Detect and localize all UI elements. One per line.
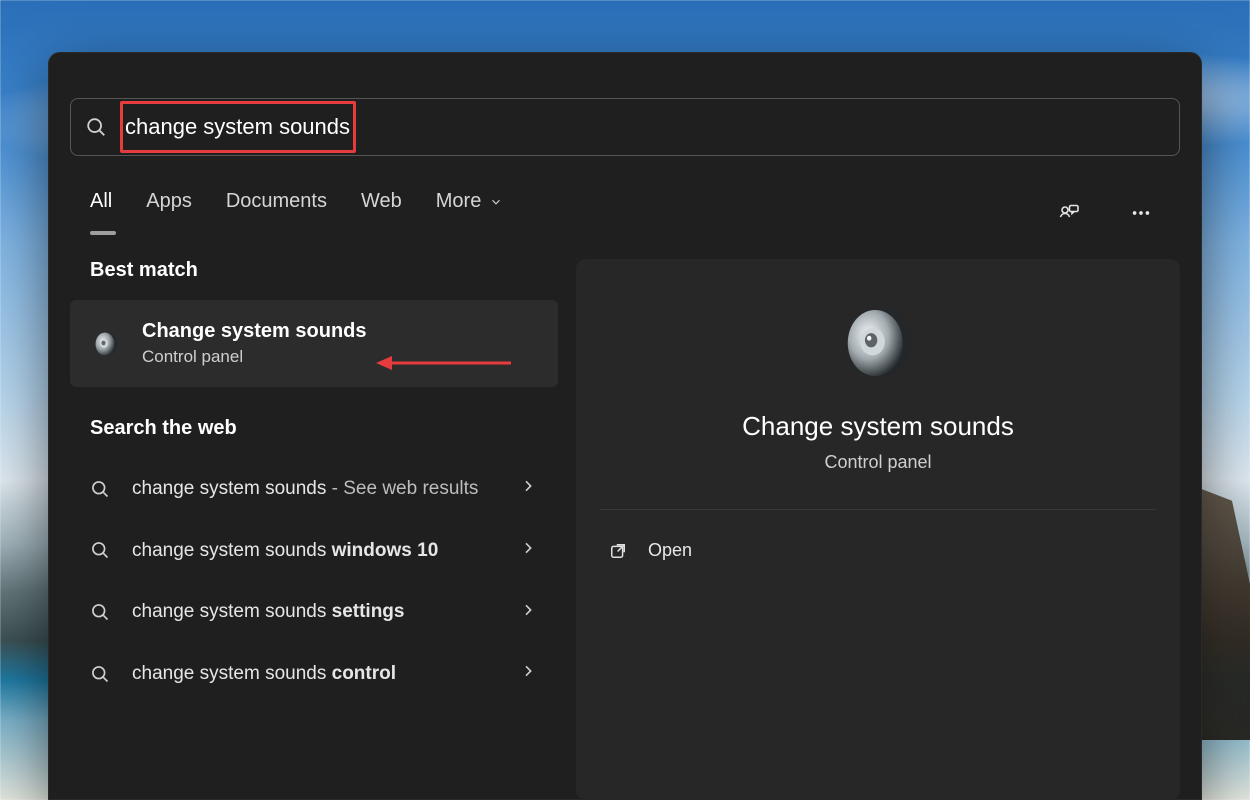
search-icon xyxy=(88,664,112,684)
feedback-button[interactable] xyxy=(1050,194,1088,232)
results-content: Best match Change system sounds xyxy=(48,235,1202,800)
feedback-icon xyxy=(1057,201,1081,225)
best-match-title: Change system sounds xyxy=(142,320,367,343)
tab-all[interactable]: All xyxy=(90,190,112,235)
web-result-text: change system sounds - See web results xyxy=(132,476,500,502)
best-match-heading: Best match xyxy=(70,259,558,300)
web-result-text: change system sounds settings xyxy=(132,599,500,625)
web-result[interactable]: change system sounds settings xyxy=(70,581,558,643)
chevron-right-icon xyxy=(520,478,536,499)
search-icon xyxy=(85,116,107,138)
search-input[interactable] xyxy=(121,112,1165,142)
detail-subtitle: Control panel xyxy=(600,452,1156,473)
tab-web[interactable]: Web xyxy=(361,190,402,235)
search-icon xyxy=(88,540,112,560)
web-result-text: change system sounds windows 10 xyxy=(132,538,500,564)
ellipsis-icon xyxy=(1130,202,1152,224)
more-options-button[interactable] xyxy=(1122,194,1160,232)
detail-title: Change system sounds xyxy=(600,411,1156,442)
tab-apps[interactable]: Apps xyxy=(146,190,192,235)
tab-documents[interactable]: Documents xyxy=(226,190,327,235)
search-bar[interactable] xyxy=(70,98,1180,156)
web-results-list: change system sounds - See web results c… xyxy=(70,458,558,705)
search-icon xyxy=(88,479,112,499)
web-result[interactable]: change system sounds windows 10 xyxy=(70,520,558,582)
divider xyxy=(600,509,1156,510)
tab-more[interactable]: More xyxy=(436,190,504,235)
filter-tabs: All Apps Documents Web More xyxy=(48,156,1202,235)
open-action[interactable]: Open xyxy=(600,522,1156,579)
best-match-text: Change system sounds Control panel xyxy=(142,320,367,367)
chevron-right-icon xyxy=(520,602,536,623)
chevron-right-icon xyxy=(520,663,536,684)
detail-pane: Change system sounds Control panel Open xyxy=(576,259,1180,800)
best-match-subtitle: Control panel xyxy=(142,347,367,367)
web-result-text: change system sounds control xyxy=(132,661,500,687)
speaker-icon xyxy=(88,326,124,362)
tab-more-label: More xyxy=(436,190,482,213)
chevron-right-icon xyxy=(520,540,536,561)
chevron-down-icon xyxy=(489,195,503,209)
start-search-panel: All Apps Documents Web More Best match xyxy=(48,52,1202,800)
web-result[interactable]: change system sounds - See web results xyxy=(70,458,558,520)
web-result[interactable]: change system sounds control xyxy=(70,643,558,705)
open-icon xyxy=(608,541,628,561)
search-bar-container xyxy=(48,52,1202,156)
results-left-column: Best match Change system sounds xyxy=(70,259,558,800)
search-web-heading: Search the web xyxy=(70,417,558,458)
open-action-label: Open xyxy=(648,540,692,561)
search-icon xyxy=(88,602,112,622)
speaker-icon xyxy=(600,299,1156,387)
best-match-result[interactable]: Change system sounds Control panel xyxy=(70,300,558,387)
